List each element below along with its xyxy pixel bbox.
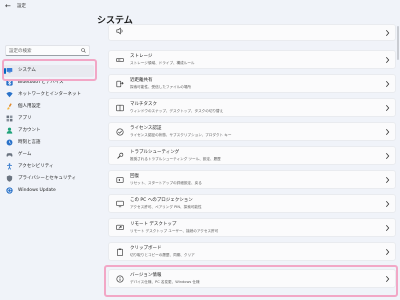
search-box[interactable]: [5, 45, 90, 56]
sidebar-item-label: 時刻と言語: [18, 140, 41, 145]
card-description: 探索可能性、受信したファイルの場所: [130, 84, 192, 89]
settings-card-recovery[interactable]: 回復 リセット、スタートアップの詳細設定、戻る: [108, 170, 396, 189]
card-description: ストレージ領域、ドライブ、構成ルール: [130, 60, 195, 65]
card-description: 切り取りとコピーの履歴、同期、クリア: [130, 252, 195, 257]
wifi-icon: [6, 92, 13, 98]
card-title: バージョン情報: [130, 272, 162, 278]
chevron-right-icon: [385, 248, 390, 256]
clipboard-icon: [117, 248, 123, 256]
card-title: マルチタスク: [130, 101, 157, 107]
chevron-right-icon: [385, 128, 390, 136]
scrollbar[interactable]: [397, 26, 399, 60]
card-description: ウィンドウのスナップ、デスクトップ、タスクの切り替え: [130, 108, 224, 113]
chevron-right-icon: [385, 104, 390, 112]
settings-card-nearby-share[interactable]: 近距離共有 探索可能性、受信したファイルの場所: [108, 74, 396, 93]
app-title: 設定: [17, 4, 26, 9]
card-title: ライセンス認証: [130, 125, 162, 131]
settings-card-multitasking[interactable]: マルチタスク ウィンドウのスナップ、デスクトップ、タスクの切り替え: [108, 98, 396, 117]
storage-icon: [116, 58, 124, 62]
account-icon: [6, 127, 13, 134]
sidebar-item-label: ネットワークとインターネット: [18, 92, 81, 97]
card-title: ストレージ: [130, 53, 153, 59]
sidebar-item-windows-update[interactable]: Windows Update: [3, 185, 94, 197]
sidebar-item-gaming[interactable]: ゲーム: [3, 149, 94, 161]
brush-icon: [7, 103, 12, 110]
sidebar-item-bluetooth[interactable]: Bluetooth とデバイス: [3, 77, 94, 89]
sidebar-item-label: アクセシビリティ: [18, 164, 54, 169]
sidebar-item-network[interactable]: ネットワークとインターネット: [3, 89, 94, 101]
sidebar-item-apps[interactable]: アプリ: [3, 113, 94, 125]
sidebar-item-personalization[interactable]: 個人用設定: [3, 101, 94, 113]
card-description: デバイス仕様、PC 名変更、Windows 仕様: [130, 279, 200, 284]
chevron-right-icon: [385, 56, 390, 64]
apps-icon: [6, 115, 13, 122]
settings-card-storage[interactable]: ストレージ ストレージ領域、ドライブ、構成ルール: [108, 50, 396, 69]
update-icon: [6, 187, 13, 194]
remote-desktop-icon: [116, 224, 124, 230]
sidebar-item-accounts[interactable]: アカウント: [3, 125, 94, 137]
settings-card-about[interactable]: バージョン情報 デバイス仕様、PC 名変更、Windows 仕様: [108, 269, 396, 288]
sidebar-item-accessibility[interactable]: アクセシビリティ: [3, 161, 94, 173]
shield-icon: [6, 175, 13, 182]
card-title: トラブルシューティング: [130, 149, 180, 155]
chevron-right-icon: [385, 29, 390, 37]
sidebar-item-label: アカウント: [18, 128, 41, 133]
projection-icon: [116, 200, 124, 208]
card-title: リモート デスクトップ: [130, 221, 177, 227]
chevron-right-icon: [385, 224, 390, 232]
settings-card-remote-desktop[interactable]: リモート デスクトップ リモート デスクトップ ユーザー、接続のアクセス許可: [108, 218, 396, 237]
chevron-right-icon: [385, 176, 390, 184]
search-input[interactable]: [9, 47, 77, 55]
title-bar: ← 設定: [0, 0, 400, 14]
card-description: 推奨されるトラブルシューティング ツール、設定、履歴: [130, 156, 221, 161]
settings-card-clipboard[interactable]: クリップボード 切り取りとコピーの履歴、同期、クリア: [108, 242, 396, 261]
card-title: 近距離共有: [130, 77, 153, 83]
card-title: クリップボード: [130, 245, 162, 251]
settings-card-projection[interactable]: この PC へのプロジェクション アクセス許可、ペアリング PIN、探索可能性: [108, 194, 396, 213]
chevron-right-icon: [385, 80, 390, 88]
card-title: 回復: [130, 173, 139, 179]
sidebar-item-label: 個人用設定: [18, 104, 41, 109]
card-description: ライセンス認証の状態、サブスクリプション、プロダクト キー: [130, 132, 232, 137]
info-icon: [116, 275, 124, 283]
sidebar-item-system[interactable]: システム: [3, 65, 94, 77]
card-description: リモート デスクトップ ユーザー、接続のアクセス許可: [130, 228, 219, 233]
settings-card-sound[interactable]: [108, 24, 396, 41]
settings-card-activation[interactable]: ライセンス認証 ライセンス認証の状態、サブスクリプション、プロダクト キー: [108, 122, 396, 141]
sidebar-item-label: システム: [18, 68, 36, 73]
search-icon[interactable]: [81, 48, 86, 53]
activation-icon: [116, 128, 124, 136]
sidebar-item-label: Bluetooth とデバイス: [18, 80, 64, 85]
sidebar-item-label: アプリ: [18, 116, 32, 121]
chevron-right-icon: [385, 200, 390, 208]
bluetooth-icon: [6, 79, 13, 86]
multitasking-icon: [116, 104, 124, 112]
sidebar-item-privacy-security[interactable]: プライバシーとセキュリティ: [3, 173, 94, 185]
settings-card-troubleshoot[interactable]: トラブルシューティング 推奨されるトラブルシューティング ツール、設定、履歴: [108, 146, 396, 165]
card-description: アクセス許可、ペアリング PIN、探索可能性: [130, 204, 202, 209]
back-arrow-icon[interactable]: ←: [5, 2, 11, 11]
nearby-share-icon: [116, 80, 124, 88]
chevron-right-icon: [385, 152, 390, 160]
accessibility-icon: [7, 163, 12, 170]
sidebar-item-label: プライバシーとセキュリティ: [18, 176, 77, 181]
gamepad-icon: [6, 153, 13, 157]
card-title: この PC へのプロジェクション: [130, 197, 193, 203]
sound-icon: [116, 27, 123, 35]
recovery-icon: [116, 177, 124, 183]
globe-clock-icon: [6, 139, 13, 146]
chevron-right-icon: [385, 275, 390, 283]
sidebar-item-time-language[interactable]: 時刻と言語: [3, 137, 94, 149]
troubleshoot-icon: [117, 152, 124, 159]
card-description: リセット、スタートアップの詳細設定、戻る: [130, 180, 202, 185]
monitor-icon: [6, 68, 13, 74]
sidebar-item-label: Windows Update: [18, 188, 56, 193]
sidebar-item-label: ゲーム: [18, 152, 32, 157]
